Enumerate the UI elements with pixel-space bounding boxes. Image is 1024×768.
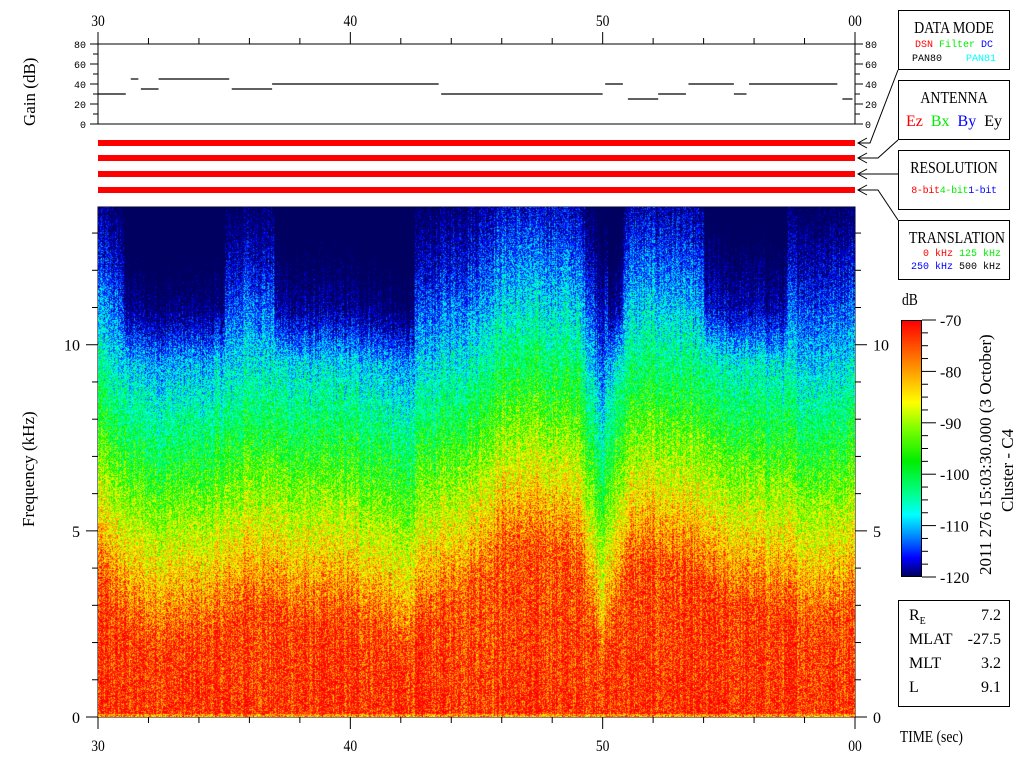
status-bar-2: [98, 155, 855, 161]
resolution-8bit: 8-bit: [911, 186, 940, 197]
orbit-key: MLT: [909, 655, 942, 672]
resolution-4bit: 4-bit: [939, 186, 969, 197]
data-mode-filter: Filter: [938, 40, 975, 51]
status-bar-4: [98, 187, 855, 193]
freq-tick-label-left: 10: [64, 338, 80, 355]
data-mode-pan80: PAN80: [911, 54, 942, 65]
gain-tick-label: 80: [74, 41, 86, 52]
orbit-value: 7.2: [981, 607, 1001, 624]
orbit-key: MLAT: [909, 631, 953, 648]
gain-tick-label: 60: [74, 61, 86, 72]
antenna-title: ANTENNA: [920, 88, 988, 107]
time-tick-label-top: 00: [848, 13, 862, 30]
time-tick-label-bottom: 50: [596, 738, 610, 755]
colorbar: [901, 320, 922, 577]
data-mode-title: DATA MODE: [914, 18, 994, 37]
freq-tick-label-right: 10: [873, 338, 889, 355]
gain-tick-label: 80: [865, 41, 877, 52]
gain-tick-label: 20: [865, 101, 877, 112]
resolution-panel: RESOLUTION 8-bit4-bit1-bit: [898, 150, 1010, 210]
colorbar-label: dB: [901, 290, 918, 309]
timestamp-label: 2011 276 15:03:30.000 (3 October): [976, 334, 995, 575]
data-mode-panel: DATA MODE DSN Filter DC PAN80 PAN81: [898, 10, 1010, 70]
orbit-row: MLAT -27.5: [909, 631, 1001, 655]
freq-tick-label-right: 5: [873, 524, 881, 541]
gain-tick-label: 60: [865, 61, 877, 72]
translation-500khz: 500 kHz: [958, 262, 1001, 273]
orbit-row: L 9.1: [909, 679, 1001, 703]
connector-translation: [858, 189, 899, 221]
translation-panel: TRANSLATION 0 kHz 125 kHz 250 kHz 500 kH…: [898, 220, 1010, 280]
data-mode-dsn: DSN: [914, 40, 933, 51]
translation-250khz: 250 kHz: [910, 262, 953, 273]
gain-tick-label: 20: [74, 101, 86, 112]
connector-data-mode: [858, 69, 899, 144]
freq-tick-label-left: 5: [72, 524, 80, 541]
antenna-by: By: [957, 113, 977, 130]
orbit-row: RE 7.2: [909, 607, 1001, 631]
orbit-value: 9.1: [981, 679, 1001, 696]
status-bar-1: [98, 140, 855, 146]
orbit-info-panel: RE 7.2 MLAT -27.5 MLT 3.2 L 9.1: [898, 600, 1010, 707]
spectrogram-heatmap: [98, 207, 855, 717]
colorbar-tick-label: -100: [940, 467, 969, 484]
time-tick-label-top: 50: [596, 13, 610, 30]
orbit-key: RE: [909, 607, 926, 628]
resolution-1bit: 1-bit: [968, 186, 997, 197]
colorbar-tick-label: -110: [940, 519, 969, 536]
data-mode-pan81: PAN81: [966, 54, 997, 65]
colorbar-tick-label: -70: [940, 313, 961, 330]
data-mode-dc: DC: [981, 40, 994, 51]
orbit-value: 3.2: [981, 655, 1001, 672]
colorbar-tick-label: -120: [940, 570, 969, 587]
time-tick-label-bottom: 30: [91, 738, 105, 755]
colorbar-tick-label: -90: [940, 416, 961, 433]
antenna-ey: Ey: [984, 113, 1002, 130]
antenna-ez: Ez: [906, 113, 923, 130]
gain-tick-label: 0: [865, 121, 871, 132]
frequency-axis-label: Frequency (kHz): [19, 411, 38, 527]
antenna-bx: Bx: [930, 113, 950, 130]
gain-tick-label: 0: [80, 121, 86, 132]
orbit-key: L: [909, 679, 919, 696]
status-bar-3: [98, 171, 855, 177]
orbit-row: MLT 3.2: [909, 655, 1001, 679]
antenna-panel: ANTENNA Ez Bx By Ey: [898, 80, 1010, 140]
translation-0khz: 0 kHz: [922, 249, 953, 260]
gain-tick-label: 40: [865, 81, 877, 92]
time-tick-label-bottom: 00: [848, 738, 862, 755]
freq-tick-label-left: 0: [72, 710, 80, 727]
time-axis-label: TIME (sec): [899, 727, 963, 746]
spacecraft-label: Cluster - C4: [998, 428, 1017, 512]
orbit-value: -27.5: [967, 631, 1001, 648]
time-tick-label-bottom: 40: [344, 738, 358, 755]
colorbar-tick-label: -80: [940, 364, 961, 381]
gain-tick-label: 40: [74, 81, 86, 92]
gain-axis-label: Gain (dB): [20, 57, 39, 126]
freq-tick-label-right: 0: [873, 710, 881, 727]
resolution-title: RESOLUTION: [910, 158, 998, 177]
orbit-key-subscript: E: [919, 616, 926, 628]
translation-125khz: 125 kHz: [958, 249, 1001, 260]
time-tick-label-top: 30: [91, 13, 105, 30]
translation-title: TRANSLATION: [908, 228, 1005, 247]
time-tick-label-top: 40: [344, 13, 358, 30]
